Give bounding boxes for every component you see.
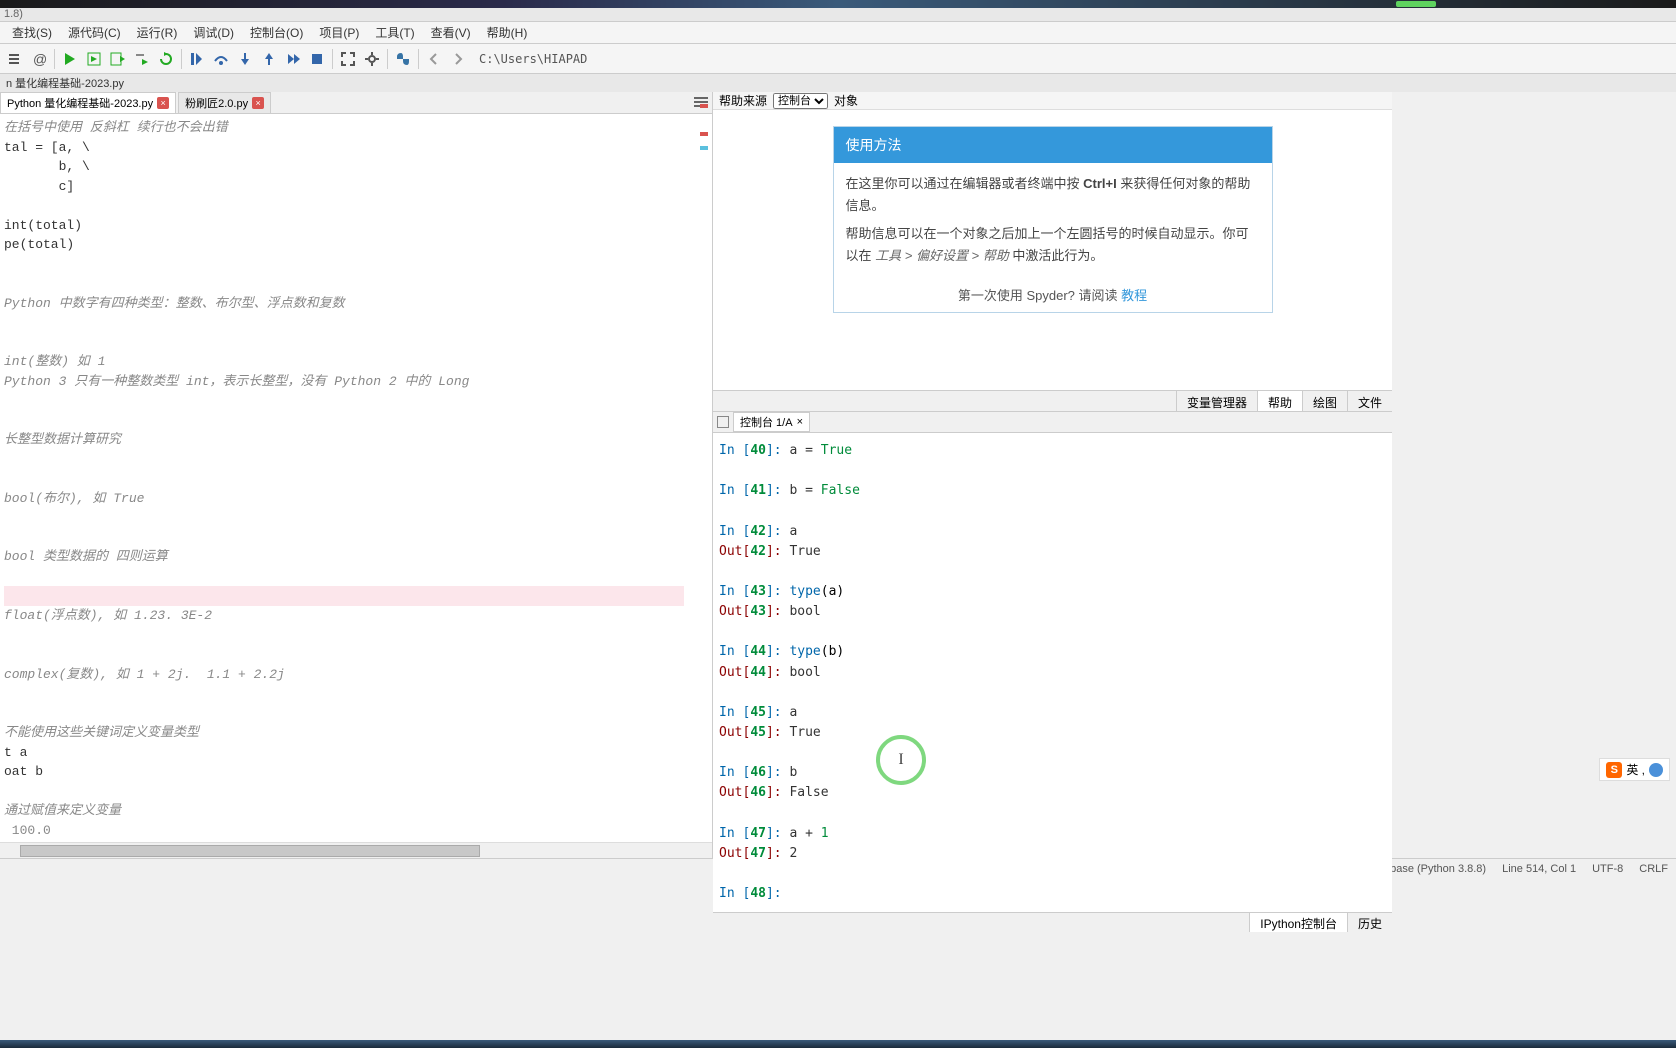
menu-console[interactable]: 控制台(O) — [242, 22, 311, 43]
help-para-2: 帮助信息可以在一个对象之后加上一个左圆括号的时候自动显示。你可以在 工具 > 偏… — [846, 223, 1260, 267]
ipython-console[interactable]: In [40]: a = True In [41]: b = False In … — [713, 433, 1392, 912]
file-tab-active[interactable]: Python 量化编程基础-2023.py × — [0, 92, 176, 113]
debug-into-icon[interactable] — [234, 48, 256, 70]
console-pane-tabs: IPython控制台 历史 — [713, 912, 1392, 932]
run-cell-advance-icon[interactable] — [107, 48, 129, 70]
help-source-select[interactable]: 控制台 — [773, 93, 828, 109]
run-file-icon[interactable] — [59, 48, 81, 70]
tab-ipython-console[interactable]: IPython控制台 — [1249, 913, 1347, 932]
console-options-icon[interactable] — [717, 416, 729, 428]
menu-help[interactable]: 帮助(H) — [479, 22, 536, 43]
back-icon[interactable] — [423, 48, 445, 70]
run-selection-icon[interactable] — [131, 48, 153, 70]
help-footer: 第一次使用 Spyder? 请阅读 教程 — [834, 277, 1272, 312]
close-icon[interactable]: × — [797, 416, 803, 428]
right-pane: 帮助来源 控制台 对象 使用方法 在这里你可以通过在编辑器或者终端中按 Ctrl… — [712, 92, 1392, 858]
tab-help[interactable]: 帮助 — [1257, 391, 1302, 411]
menu-bar: 查找(S) 源代码(C) 运行(R) 调试(D) 控制台(O) 项目(P) 工具… — [0, 22, 1676, 44]
at-icon[interactable]: @ — [28, 48, 50, 70]
menu-run[interactable]: 运行(R) — [129, 22, 186, 43]
svg-text:@: @ — [33, 51, 47, 67]
console-tab[interactable]: 控制台 1/A × — [733, 412, 810, 432]
help-object-label: 对象 — [834, 92, 858, 109]
menu-view[interactable]: 查看(V) — [423, 22, 479, 43]
status-eol: CRLF — [1639, 863, 1668, 875]
status-line-col: Line 514, Col 1 — [1502, 863, 1576, 875]
ime-indicator[interactable]: S 英 , — [1599, 758, 1670, 781]
sogou-icon: S — [1606, 762, 1622, 778]
debug-step-icon[interactable] — [186, 48, 208, 70]
editor-breadcrumb-label: n 量化编程基础-2023.py — [0, 74, 130, 92]
help-pane-tabs: 变量管理器 帮助 绘图 文件 — [713, 390, 1392, 412]
working-dir-path: C:\Users\HIAPAD — [479, 52, 587, 66]
run-cell-icon[interactable] — [83, 48, 105, 70]
tab-files[interactable]: 文件 — [1347, 391, 1392, 411]
outline-icon[interactable] — [4, 48, 26, 70]
text-cursor-indicator: I — [876, 735, 926, 785]
forward-icon[interactable] — [447, 48, 469, 70]
file-tab-label: Python 量化编程基础-2023.py — [7, 95, 153, 111]
toolbar: @ C:\Users\HIAPAD — [0, 44, 1676, 74]
debug-continue-icon[interactable] — [282, 48, 304, 70]
file-tab-inactive[interactable]: 粉刷匠2.0.py × — [178, 92, 271, 113]
settings-icon[interactable] — [361, 48, 383, 70]
help-card: 使用方法 在这里你可以通过在编辑器或者终端中按 Ctrl+I 来获得任何对象的帮… — [833, 126, 1273, 313]
window-label: 1.8) — [0, 8, 1676, 22]
menu-debug[interactable]: 调试(D) — [185, 22, 242, 43]
console-tabs: 控制台 1/A × — [713, 412, 1392, 433]
help-header: 帮助来源 控制台 对象 — [713, 92, 1392, 110]
editor-breadcrumb: n 量化编程基础-2023.py — [0, 74, 1676, 92]
rerun-icon[interactable] — [155, 48, 177, 70]
menu-project[interactable]: 项目(P) — [311, 22, 367, 43]
help-pane: 使用方法 在这里你可以通过在编辑器或者终端中按 Ctrl+I 来获得任何对象的帮… — [713, 110, 1392, 390]
menu-source[interactable]: 源代码(C) — [60, 22, 129, 43]
tab-plots[interactable]: 绘图 — [1302, 391, 1347, 411]
status-encoding: UTF-8 — [1592, 863, 1623, 875]
horizontal-scrollbar[interactable] — [0, 842, 712, 858]
debug-stop-icon[interactable] — [306, 48, 328, 70]
close-icon[interactable]: × — [252, 97, 264, 109]
editor-pane: Python 量化编程基础-2023.py × 粉刷匠2.0.py × 在括号中… — [0, 92, 712, 858]
help-source-label: 帮助来源 — [719, 92, 767, 109]
smiley-icon — [1649, 763, 1663, 777]
python-path-icon[interactable] — [392, 48, 414, 70]
title-bar — [0, 0, 1676, 8]
menu-find[interactable]: 查找(S) — [4, 22, 60, 43]
tutorial-link[interactable]: 教程 — [1121, 288, 1147, 303]
help-card-title: 使用方法 — [834, 127, 1272, 163]
tab-variable-explorer[interactable]: 变量管理器 — [1176, 391, 1257, 411]
tab-history[interactable]: 历史 — [1347, 913, 1392, 932]
code-editor[interactable]: 在括号中使用 反斜杠 续行也不会出错tal = [a, \ b, \ c] in… — [0, 114, 712, 858]
close-icon[interactable]: × — [157, 97, 169, 109]
file-tabs: Python 量化编程基础-2023.py × 粉刷匠2.0.py × — [0, 92, 712, 114]
menu-tools[interactable]: 工具(T) — [367, 22, 422, 43]
help-para-1: 在这里你可以通过在编辑器或者终端中按 Ctrl+I 来获得任何对象的帮助信息。 — [846, 173, 1260, 217]
file-tab-label: 粉刷匠2.0.py — [185, 95, 248, 111]
taskbar[interactable] — [0, 1040, 1676, 1048]
maximize-icon[interactable] — [337, 48, 359, 70]
debug-over-icon[interactable] — [210, 48, 232, 70]
debug-out-icon[interactable] — [258, 48, 280, 70]
